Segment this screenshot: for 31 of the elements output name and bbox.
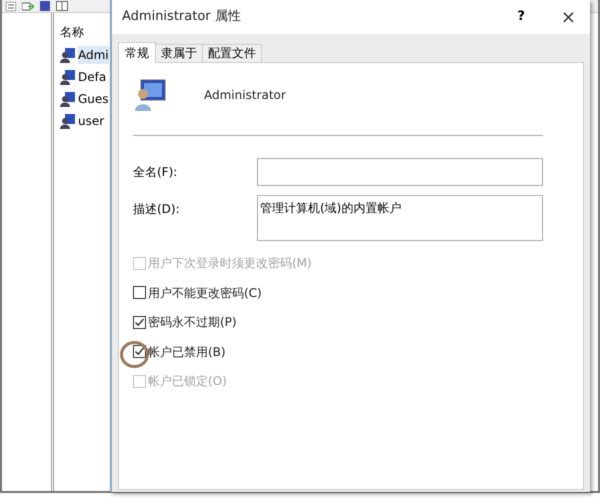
- description-field[interactable]: 管理计算机(域)的内置帐户: [257, 195, 543, 241]
- highlight-circle: [120, 340, 149, 369]
- checked-box-icon[interactable]: [133, 345, 146, 358]
- checkbox-option[interactable]: 帐户已禁用(B): [133, 344, 226, 360]
- user-icon: [60, 47, 76, 63]
- tab[interactable]: 隶属于: [156, 44, 203, 62]
- list-icon[interactable]: [6, 2, 16, 10]
- tab[interactable]: 常规: [118, 42, 156, 63]
- checkbox-option[interactable]: 用户不能更改密码(C): [133, 284, 262, 300]
- export-icon[interactable]: [22, 2, 34, 10]
- field-label: 全名(F):: [133, 164, 178, 181]
- user-name: Administrator: [204, 87, 286, 104]
- dialog-title: Administrator 属性: [122, 8, 241, 26]
- user-list-item[interactable]: Defa: [78, 68, 106, 86]
- close-button[interactable]: ×: [560, 4, 576, 30]
- user-list-item[interactable]: user: [78, 112, 104, 130]
- user-icon: [60, 69, 76, 85]
- user-list-item[interactable]: Gues: [78, 90, 109, 108]
- checked-box-icon[interactable]: [133, 316, 146, 328]
- user-icon: [60, 113, 76, 129]
- tab[interactable]: 配置文件: [203, 44, 262, 62]
- checkbox-option[interactable]: 密码永不过期(P): [133, 314, 237, 330]
- user-computer-icon: [133, 78, 167, 112]
- column-header[interactable]: 名称: [60, 23, 114, 43]
- field-label: 描述(D):: [133, 201, 181, 218]
- checkbox-icon[interactable]: [133, 286, 146, 299]
- user-list-item[interactable]: Admi: [78, 46, 109, 64]
- help-button[interactable]: ?: [517, 7, 525, 27]
- panel-icon[interactable]: [56, 1, 68, 11]
- user-icon: [60, 91, 76, 107]
- full-name-field[interactable]: [257, 158, 543, 186]
